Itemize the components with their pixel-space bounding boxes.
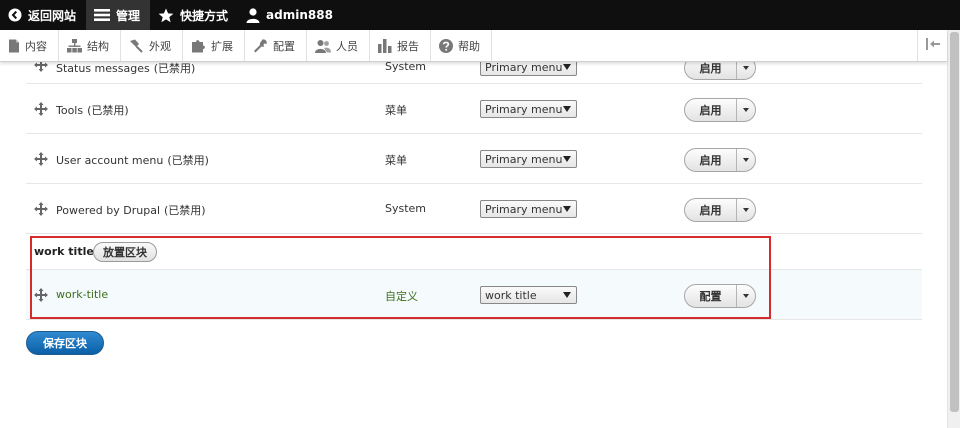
table-row: work-title 自定义 work title 配置 (26, 270, 922, 320)
tray-item-label: 外观 (149, 39, 171, 53)
dropbutton-toggle[interactable] (737, 199, 755, 221)
user-icon (246, 7, 260, 23)
hamburger-icon (94, 8, 111, 22)
block-category: 自定义 (385, 290, 418, 303)
file-icon (8, 39, 20, 53)
enable-button[interactable]: 启用 (685, 149, 737, 171)
user-label: admin888 (266, 8, 333, 22)
tray-item-label: 报告 (397, 39, 419, 53)
drag-handle-icon[interactable] (34, 152, 48, 166)
enable-button[interactable]: 启用 (685, 199, 737, 221)
wrench-icon (253, 38, 268, 53)
dropdown-arrow-icon (563, 292, 571, 298)
dropdown-arrow-icon (563, 156, 571, 162)
save-blocks-button[interactable]: 保存区块 (26, 331, 104, 355)
chevron-down-icon (743, 108, 749, 112)
block-category: 菜单 (385, 154, 407, 167)
back-to-site-label: 返回网站 (28, 8, 77, 23)
tray-orientation-toggle[interactable] (917, 30, 947, 61)
enable-button[interactable]: 启用 (685, 99, 737, 121)
tray-item-content[interactable]: 内容 (0, 30, 59, 61)
collapse-arrow-icon (925, 38, 940, 53)
region-heading-row: work title 放置区块 (26, 234, 922, 270)
table-row: Powered by Drupal (已禁用) System Primary me… (26, 184, 922, 234)
block-name: Status messages (已禁用) (56, 62, 196, 75)
tray-item-people[interactable]: 人员 (307, 30, 370, 61)
help-icon (439, 38, 453, 53)
paintbrush-icon (129, 39, 144, 53)
tray-item-label: 内容 (25, 39, 47, 53)
tray-item-config[interactable]: 配置 (245, 30, 307, 61)
table-row: Tools (已禁用) 菜单 Primary menu 启用 (26, 84, 922, 134)
region-select[interactable]: Primary menu (480, 100, 577, 118)
table-row: User account menu (已禁用) 菜单 Primary menu 启… (26, 134, 922, 184)
tray-item-extend[interactable]: 扩展 (183, 30, 245, 61)
shortcuts-label: 快捷方式 (180, 8, 229, 23)
tray-item-label: 人员 (336, 39, 358, 53)
region-select[interactable]: work title (480, 286, 577, 304)
tray-item-help[interactable]: 帮助 (431, 30, 492, 61)
star-icon (158, 8, 174, 23)
bar-chart-icon (378, 38, 392, 53)
block-category: 菜单 (385, 104, 407, 117)
scrollbar-thumb[interactable] (950, 32, 959, 412)
manage-label: 管理 (116, 8, 141, 23)
admin-tray: 内容 结构 外观 扩展 配置 人员 报告 帮助 (0, 30, 947, 62)
tray-item-appearance[interactable]: 外观 (121, 30, 183, 61)
tray-item-structure[interactable]: 结构 (59, 30, 121, 61)
dropdown-arrow-icon (563, 206, 571, 212)
tray-item-label: 配置 (273, 39, 295, 53)
dropbutton-toggle[interactable] (737, 149, 755, 171)
configure-button[interactable]: 配置 (685, 285, 737, 307)
chevron-down-icon (743, 158, 749, 162)
tray-item-label: 帮助 (458, 39, 480, 53)
operation-dropbutton[interactable]: 启用 (684, 198, 756, 222)
chevron-left-circle-icon (8, 8, 22, 22)
drag-handle-icon[interactable] (34, 202, 48, 216)
block-name: Tools (已禁用) (56, 104, 129, 117)
people-icon (315, 39, 331, 53)
region-select[interactable]: Primary menu (480, 200, 577, 218)
drag-handle-icon[interactable] (34, 102, 48, 116)
chevron-down-icon (743, 294, 749, 298)
block-name: User account menu (已禁用) (56, 154, 209, 167)
tray-item-reports[interactable]: 报告 (370, 30, 431, 61)
puzzle-icon (191, 39, 206, 53)
place-block-button[interactable]: 放置区块 (93, 242, 157, 262)
block-name: Powered by Drupal (已禁用) (56, 204, 206, 217)
operation-dropbutton[interactable]: 启用 (684, 148, 756, 172)
tray-item-label: 结构 (87, 39, 109, 53)
region-title: work title (34, 245, 94, 258)
page-scrollbar[interactable] (947, 30, 960, 428)
dropbutton-toggle[interactable] (737, 99, 755, 121)
block-category: System (385, 202, 427, 215)
drag-handle-icon[interactable] (34, 288, 48, 302)
chevron-down-icon (743, 66, 749, 70)
dropdown-arrow-icon (563, 106, 571, 112)
chevron-down-icon (743, 208, 749, 212)
region-select[interactable]: Primary menu (480, 150, 577, 168)
block-name: work-title (56, 288, 109, 301)
dropdown-arrow-icon (563, 64, 571, 70)
operation-dropbutton[interactable]: 配置 (684, 284, 756, 308)
operation-dropbutton[interactable]: 启用 (684, 98, 756, 122)
structure-icon (67, 38, 82, 53)
tray-item-label: 扩展 (211, 39, 233, 53)
dropbutton-toggle[interactable] (737, 285, 755, 307)
